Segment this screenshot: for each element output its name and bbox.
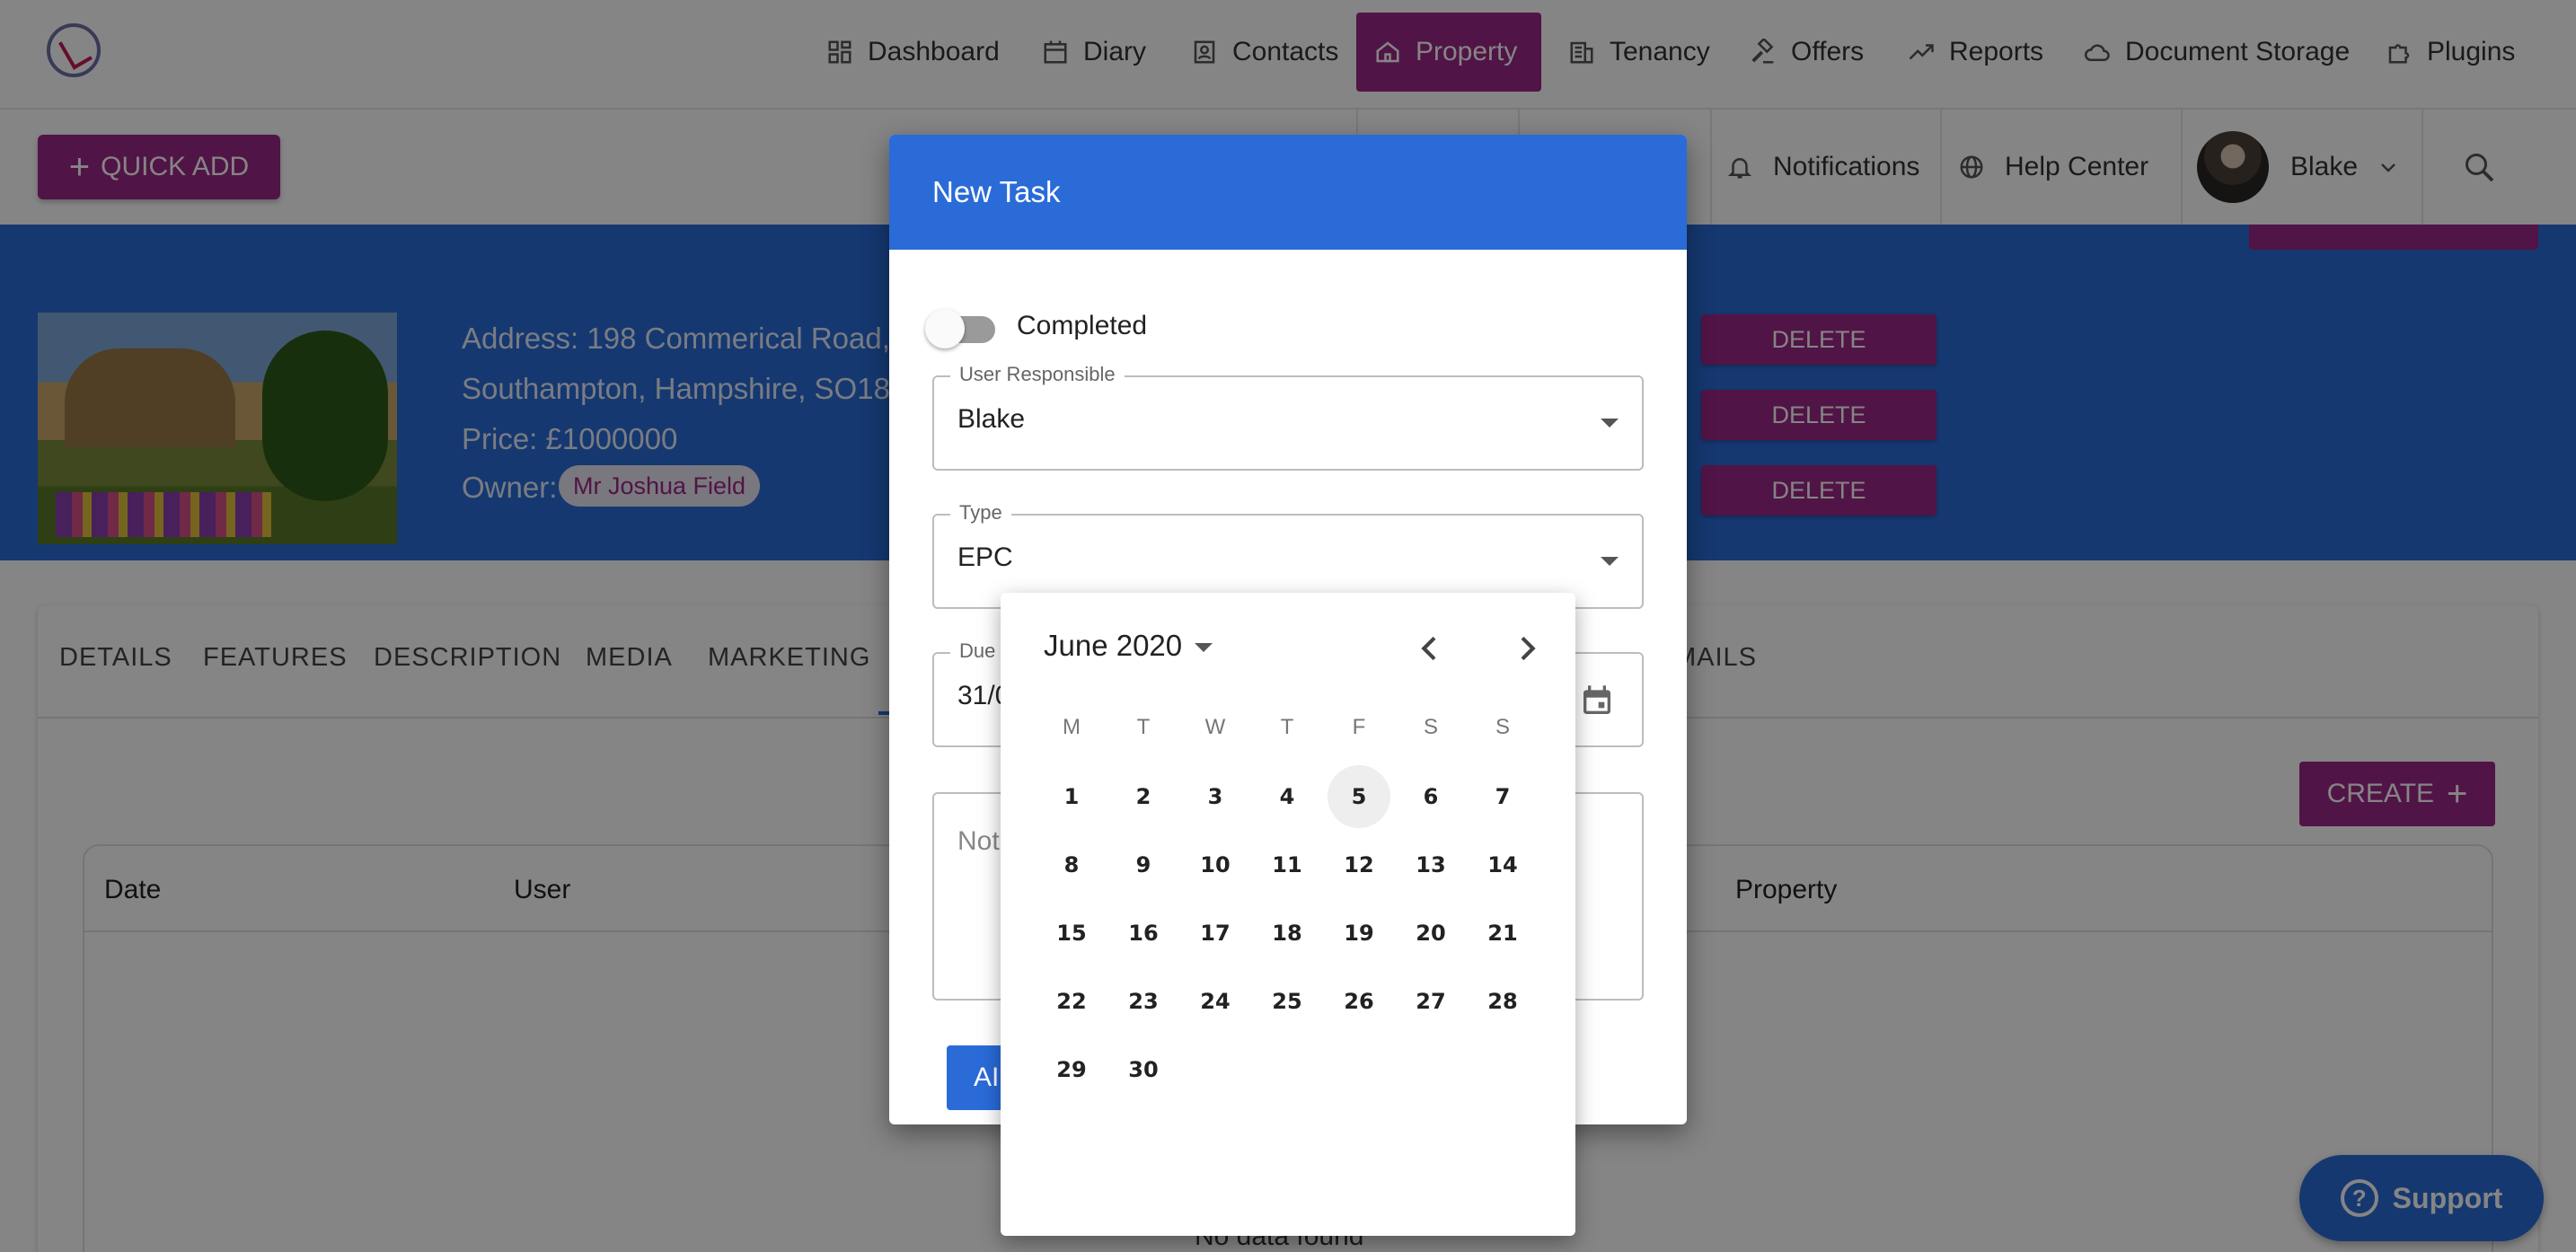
- calendar-day[interactable]: 19: [1328, 902, 1390, 965]
- chevron-right-icon[interactable]: [1509, 630, 1545, 666]
- completed-label: Completed: [1017, 311, 1148, 340]
- calendar-day[interactable]: 23: [1112, 970, 1175, 1033]
- dialog-title: New Task: [932, 175, 1061, 208]
- calendar-day[interactable]: 22: [1040, 970, 1103, 1033]
- calendar-day[interactable]: 30: [1112, 1038, 1175, 1101]
- caret-down-icon: [1601, 557, 1619, 566]
- calendar-day[interactable]: 10: [1184, 833, 1247, 896]
- calendar-day[interactable]: 3: [1184, 765, 1247, 828]
- calendar-day[interactable]: 26: [1328, 970, 1390, 1033]
- calendar-day[interactable]: 9: [1112, 833, 1175, 896]
- weekday-label: M: [1063, 715, 1081, 739]
- field-label: Type: [950, 501, 1011, 525]
- notes-placeholder: Not: [957, 826, 1000, 856]
- calendar-day[interactable]: 7: [1471, 765, 1534, 828]
- calendar-day[interactable]: 16: [1112, 902, 1175, 965]
- calendar-day[interactable]: 4: [1256, 765, 1319, 828]
- field-value: EPC: [957, 542, 1013, 572]
- calendar-day[interactable]: 15: [1040, 902, 1103, 965]
- calendar-day[interactable]: 5: [1328, 765, 1390, 828]
- calendar-day[interactable]: 8: [1040, 833, 1103, 896]
- weekday-label: W: [1204, 715, 1226, 739]
- calendar-day[interactable]: 14: [1471, 833, 1534, 896]
- calendar-day[interactable]: 28: [1471, 970, 1534, 1033]
- calendar-day[interactable]: 17: [1184, 902, 1247, 965]
- chevron-left-icon[interactable]: [1412, 630, 1448, 666]
- calendar-day[interactable]: 20: [1399, 902, 1462, 965]
- calendar-day[interactable]: 24: [1184, 970, 1247, 1033]
- calendar-day[interactable]: 2: [1112, 765, 1175, 828]
- calendar-day[interactable]: 11: [1256, 833, 1319, 896]
- weekday-label: S: [1495, 715, 1510, 739]
- caret-down-icon: [1601, 419, 1619, 428]
- calendar-day[interactable]: 21: [1471, 902, 1534, 965]
- caret-down-icon[interactable]: [1195, 643, 1213, 652]
- user-responsible-select[interactable]: User Responsible Blake: [932, 363, 1644, 471]
- calendar-day[interactable]: 13: [1399, 833, 1462, 896]
- calendar-day[interactable]: 1: [1040, 765, 1103, 828]
- calendar-day[interactable]: 27: [1399, 970, 1462, 1033]
- calendar-day[interactable]: 12: [1328, 833, 1390, 896]
- weekday-label: F: [1352, 715, 1366, 739]
- weekday-label: S: [1423, 715, 1438, 739]
- weekday-label: T: [1280, 715, 1294, 739]
- dialog-header: New Task: [889, 135, 1687, 250]
- calendar-icon[interactable]: [1579, 681, 1615, 720]
- completed-toggle-knob[interactable]: [925, 309, 965, 348]
- month-year-label[interactable]: June 2020: [1044, 629, 1182, 663]
- field-value: Blake: [957, 404, 1026, 434]
- weekday-label: T: [1136, 715, 1151, 739]
- calendar-day[interactable]: 18: [1256, 902, 1319, 965]
- calendar-day[interactable]: 29: [1040, 1038, 1103, 1101]
- field-label: User Responsible: [950, 363, 1125, 386]
- calendar-day[interactable]: 6: [1399, 765, 1462, 828]
- calendar-day[interactable]: 25: [1256, 970, 1319, 1033]
